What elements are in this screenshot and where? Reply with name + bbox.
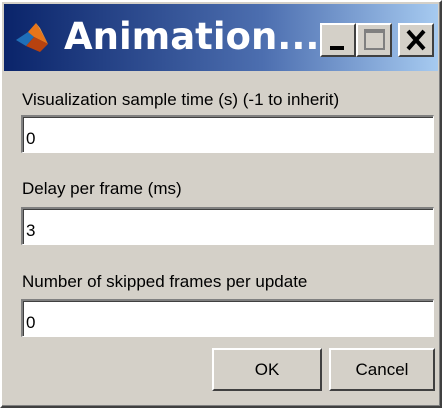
skipped-frames-input[interactable] (21, 299, 434, 337)
animation-dialog: Animation... Visualization sample time (… (0, 0, 442, 408)
skipped-frames-label: Number of skipped frames per update (22, 272, 308, 291)
close-icon (406, 29, 426, 51)
title-bar[interactable]: Animation... (4, 4, 438, 71)
sample-time-input[interactable] (21, 115, 434, 153)
minimize-icon (330, 46, 344, 50)
ok-button[interactable]: OK (212, 348, 322, 391)
maximize-button[interactable] (356, 23, 392, 57)
delay-per-frame-input[interactable] (21, 207, 434, 245)
close-button[interactable] (398, 23, 434, 57)
minimize-button[interactable] (320, 23, 356, 57)
matlab-membrane-icon (16, 23, 48, 52)
maximize-icon (364, 29, 385, 50)
window-title: Animation... (64, 15, 320, 58)
delay-per-frame-label: Delay per frame (ms) (22, 179, 182, 198)
sample-time-label: Visualization sample time (s) (-1 to inh… (22, 90, 340, 109)
cancel-button[interactable]: Cancel (329, 348, 435, 391)
